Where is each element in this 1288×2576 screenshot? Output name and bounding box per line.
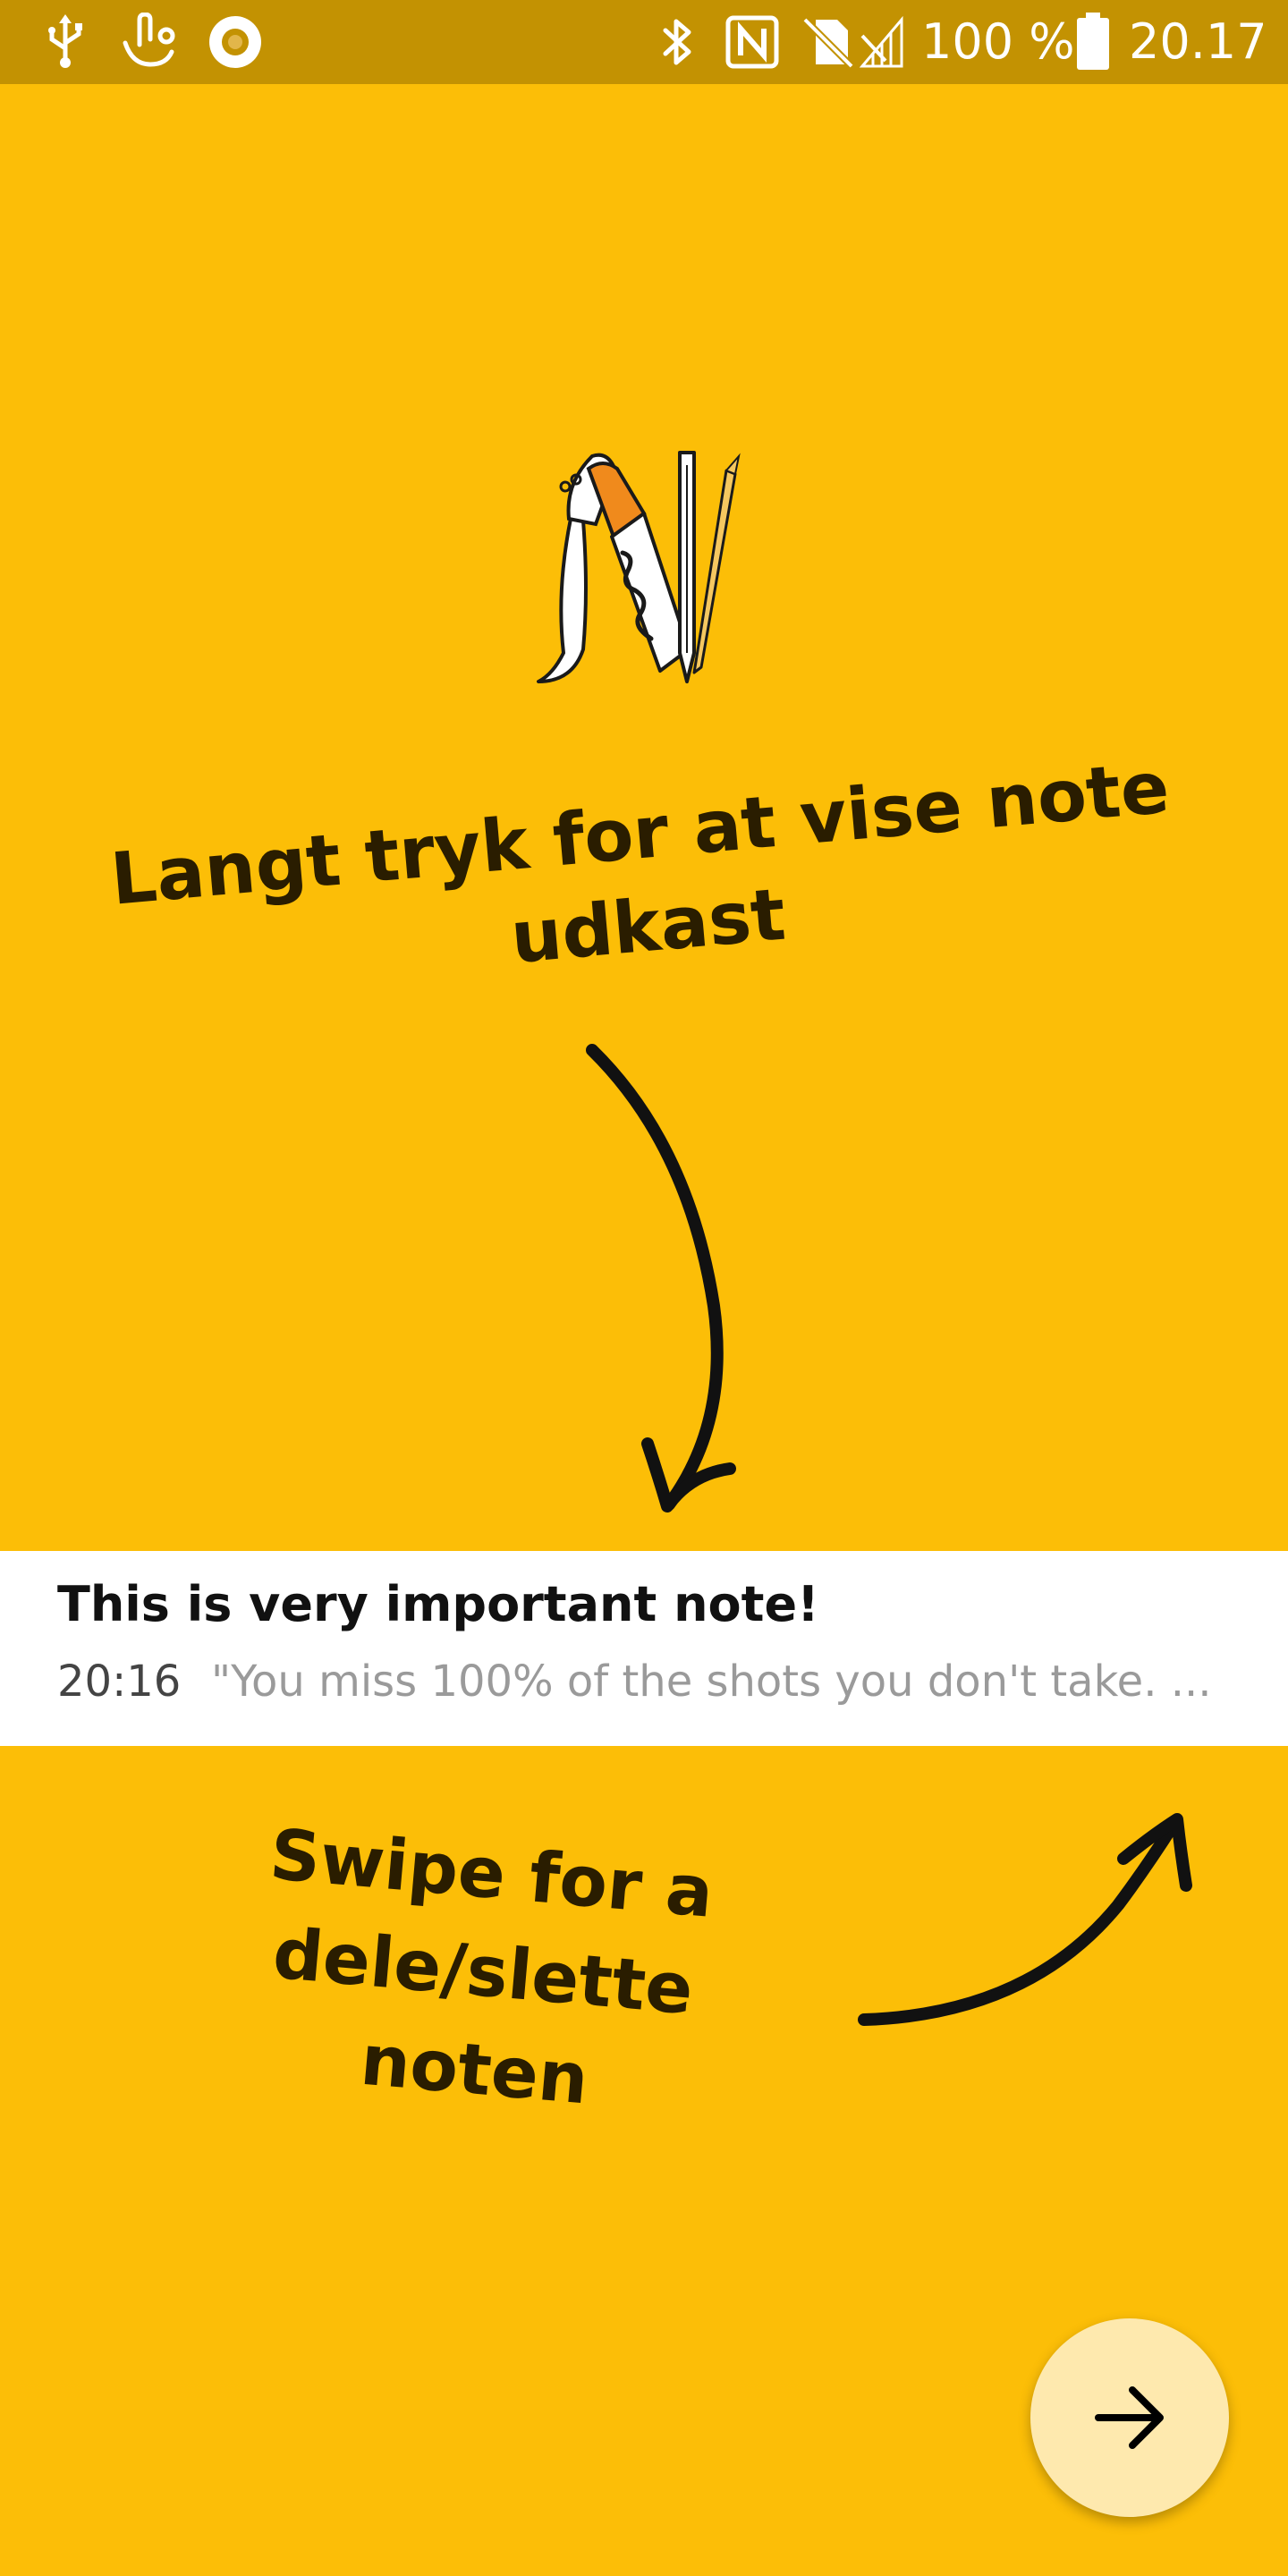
arrow-right-icon	[1095, 2386, 1164, 2449]
swipe-hint: Swipe for a dele/slette noten	[212, 1802, 755, 2141]
usb-icon	[48, 14, 82, 68]
bluetooth-icon	[663, 19, 691, 65]
touch-gesture-icon	[123, 13, 175, 67]
long-press-hint: Langt tryk for at vise note udkast	[101, 741, 1187, 1020]
no-signal-icon	[859, 15, 903, 68]
note-time: 20:16	[57, 1657, 182, 1707]
battery-icon	[1077, 13, 1109, 70]
record-icon	[209, 16, 261, 68]
next-button[interactable]	[1030, 2318, 1229, 2517]
curved-arrow-down-icon	[586, 1044, 736, 1513]
nfc-icon	[725, 15, 779, 69]
note-preview: "You miss 100% of the shots you don't ta…	[211, 1657, 1212, 1707]
curved-arrow-up-right-icon	[858, 1813, 1192, 2026]
no-sim-icon	[802, 17, 854, 69]
example-note-card[interactable]: This is very important note! 20:16 "You …	[0, 1551, 1288, 1746]
status-clock: 20.17	[1129, 13, 1267, 70]
status-bar: 100 % 20.17	[0, 0, 1288, 84]
battery-percent: 100 %	[921, 13, 1075, 70]
note-title: This is very important note!	[57, 1576, 819, 1632]
notes-app-logo	[537, 451, 741, 683]
